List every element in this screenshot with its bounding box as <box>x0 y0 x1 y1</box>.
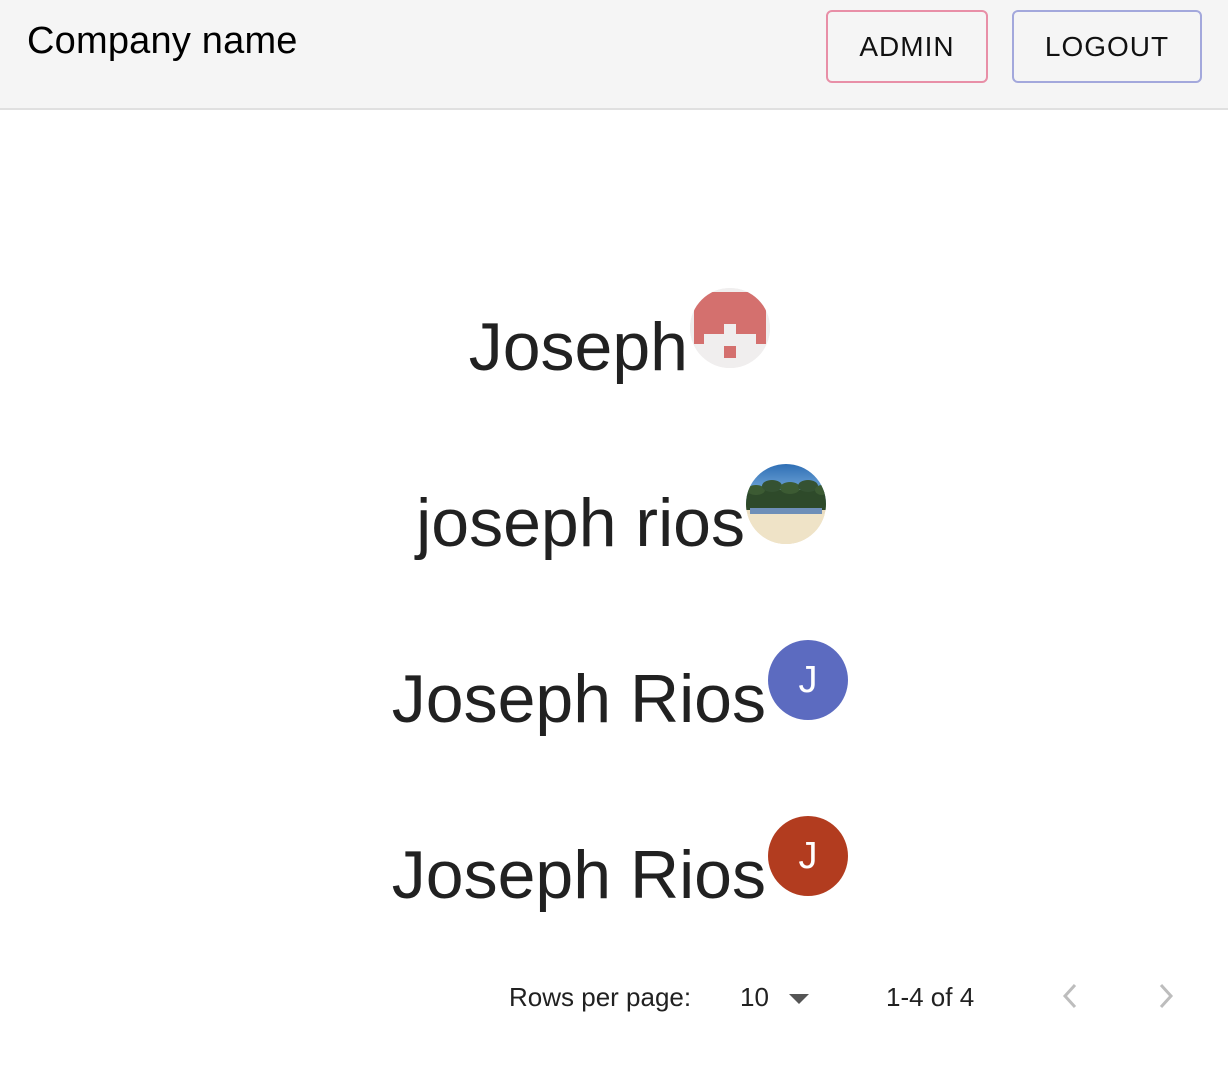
letter-avatar: J <box>768 816 848 896</box>
list-item: joseph rios <box>0 464 1228 578</box>
rows-per-page-label: Rows per page: <box>509 982 692 1012</box>
chevron-left-icon <box>1062 983 1077 1009</box>
list-item: Joseph <box>0 288 1228 402</box>
user-name: joseph rios <box>416 485 745 561</box>
caret-down-icon <box>788 993 809 1004</box>
app-bar: Company name ADMIN LOGOUT <box>0 0 1228 110</box>
photo-avatar <box>746 464 826 544</box>
avatar-initial: J <box>798 834 818 877</box>
rows-per-page-value: 10 <box>740 982 769 1012</box>
user-name: Joseph <box>468 309 688 385</box>
company-name: Company name <box>27 20 298 62</box>
user-name: Joseph Rios <box>391 661 766 737</box>
rows-per-page-select[interactable]: 10 <box>740 982 809 1013</box>
previous-page-button[interactable] <box>1050 974 1090 1018</box>
identicon-avatar <box>690 288 770 368</box>
pagination-range: 1-4 of 4 <box>886 982 975 1012</box>
avatar-initial: J <box>798 658 818 701</box>
pagination: Rows per page: 10 1-4 of 4 <box>0 960 1228 1032</box>
admin-button[interactable]: ADMIN <box>826 10 988 83</box>
identicon-icon <box>690 288 770 368</box>
list-item: Joseph Rios J <box>0 816 1228 930</box>
chevron-right-icon <box>1159 983 1174 1009</box>
list-item: Joseph Rios J <box>0 640 1228 754</box>
letter-avatar: J <box>768 640 848 720</box>
beach-photo-icon <box>746 464 826 544</box>
logout-button[interactable]: LOGOUT <box>1012 10 1202 83</box>
user-name: Joseph Rios <box>391 837 766 913</box>
next-page-button[interactable] <box>1146 974 1186 1018</box>
